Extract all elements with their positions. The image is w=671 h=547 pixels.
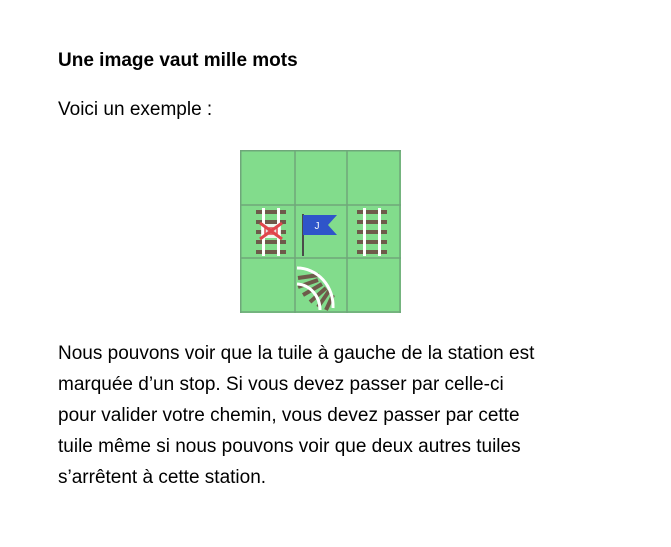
- document-title: Une image vaut mille mots: [58, 50, 298, 71]
- paragraph-line: s’arrêtent à cette station.: [58, 467, 267, 488]
- stop-marker-icon: [259, 221, 283, 241]
- station-flag-label: J: [315, 221, 320, 232]
- paragraph-line: Nous pouvons voir que la tuile à gauche …: [58, 343, 535, 364]
- paragraph-line: marquée d’un stop. Si vous devez passer …: [58, 374, 504, 395]
- paragraph-line: pour valider votre chemin, vous devez pa…: [58, 405, 520, 426]
- paragraph-line: tuile même si nous pouvons voir que deux…: [58, 436, 521, 457]
- tile-map-image: J: [240, 150, 401, 313]
- explanation-paragraph: Nous pouvons voir que la tuile à gauche …: [58, 338, 618, 493]
- intro-text: Voici un exemple :: [58, 99, 213, 120]
